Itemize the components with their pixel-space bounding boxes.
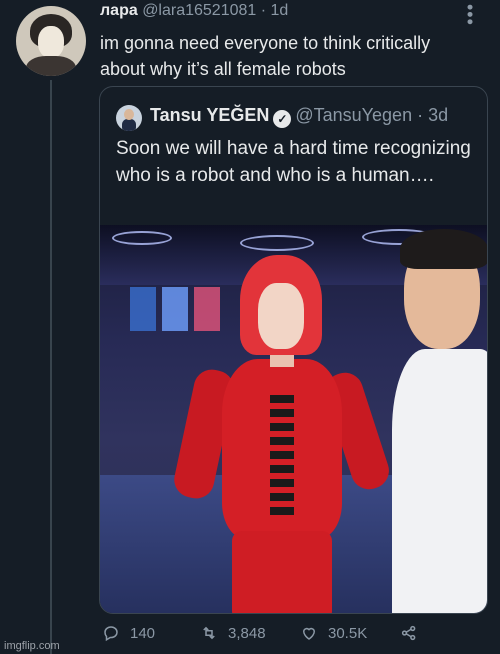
heart-icon	[302, 627, 316, 640]
more-vertical-icon[interactable]: •••	[459, 4, 480, 26]
quoted-header: Tansu YEĞEN ✓ @TansuYegen · 3d	[150, 105, 449, 128]
quoted-timestamp[interactable]: 3d	[428, 105, 448, 125]
quoted-avatar[interactable]	[116, 105, 142, 131]
watermark: imgflip.com	[4, 640, 60, 652]
handle[interactable]: @lara16521081	[142, 2, 256, 19]
quoted-tweet-text: Soon we will have a hard time recognizin…	[116, 138, 471, 186]
retweet-button[interactable]: 3,848	[200, 624, 266, 642]
quoted-display-name[interactable]: Tansu YEĞEN	[150, 105, 269, 125]
like-count: 30.5K	[328, 624, 368, 642]
retweet-count: 3,848	[228, 624, 266, 642]
timestamp[interactable]: 1d	[271, 2, 289, 19]
reply-button[interactable]: 140	[102, 624, 155, 642]
quoted-tweet[interactable]: Tansu YEĞEN ✓ @TansuYegen · 3d Soon we wil…	[99, 86, 488, 614]
share-icon	[401, 625, 416, 641]
like-button[interactable]: 30.5K	[300, 624, 367, 642]
media-image[interactable]	[100, 225, 487, 613]
retweet-icon	[203, 626, 215, 640]
avatar[interactable]	[16, 6, 86, 76]
share-button[interactable]	[400, 624, 418, 642]
quoted-handle[interactable]: @TansuYegen	[295, 105, 412, 125]
verified-badge-icon: ✓	[273, 110, 292, 128]
display-name[interactable]: лара	[100, 2, 138, 19]
tweet: лара @lara16521081 · 1d ••• im gonna nee…	[0, 0, 500, 654]
tweet-header: лара @lara16521081 · 1d	[100, 2, 289, 19]
thread-line	[50, 80, 52, 654]
reply-count: 140	[130, 624, 156, 642]
reply-icon	[104, 626, 118, 642]
tweet-text: im gonna need everyone to think critical…	[100, 33, 431, 79]
